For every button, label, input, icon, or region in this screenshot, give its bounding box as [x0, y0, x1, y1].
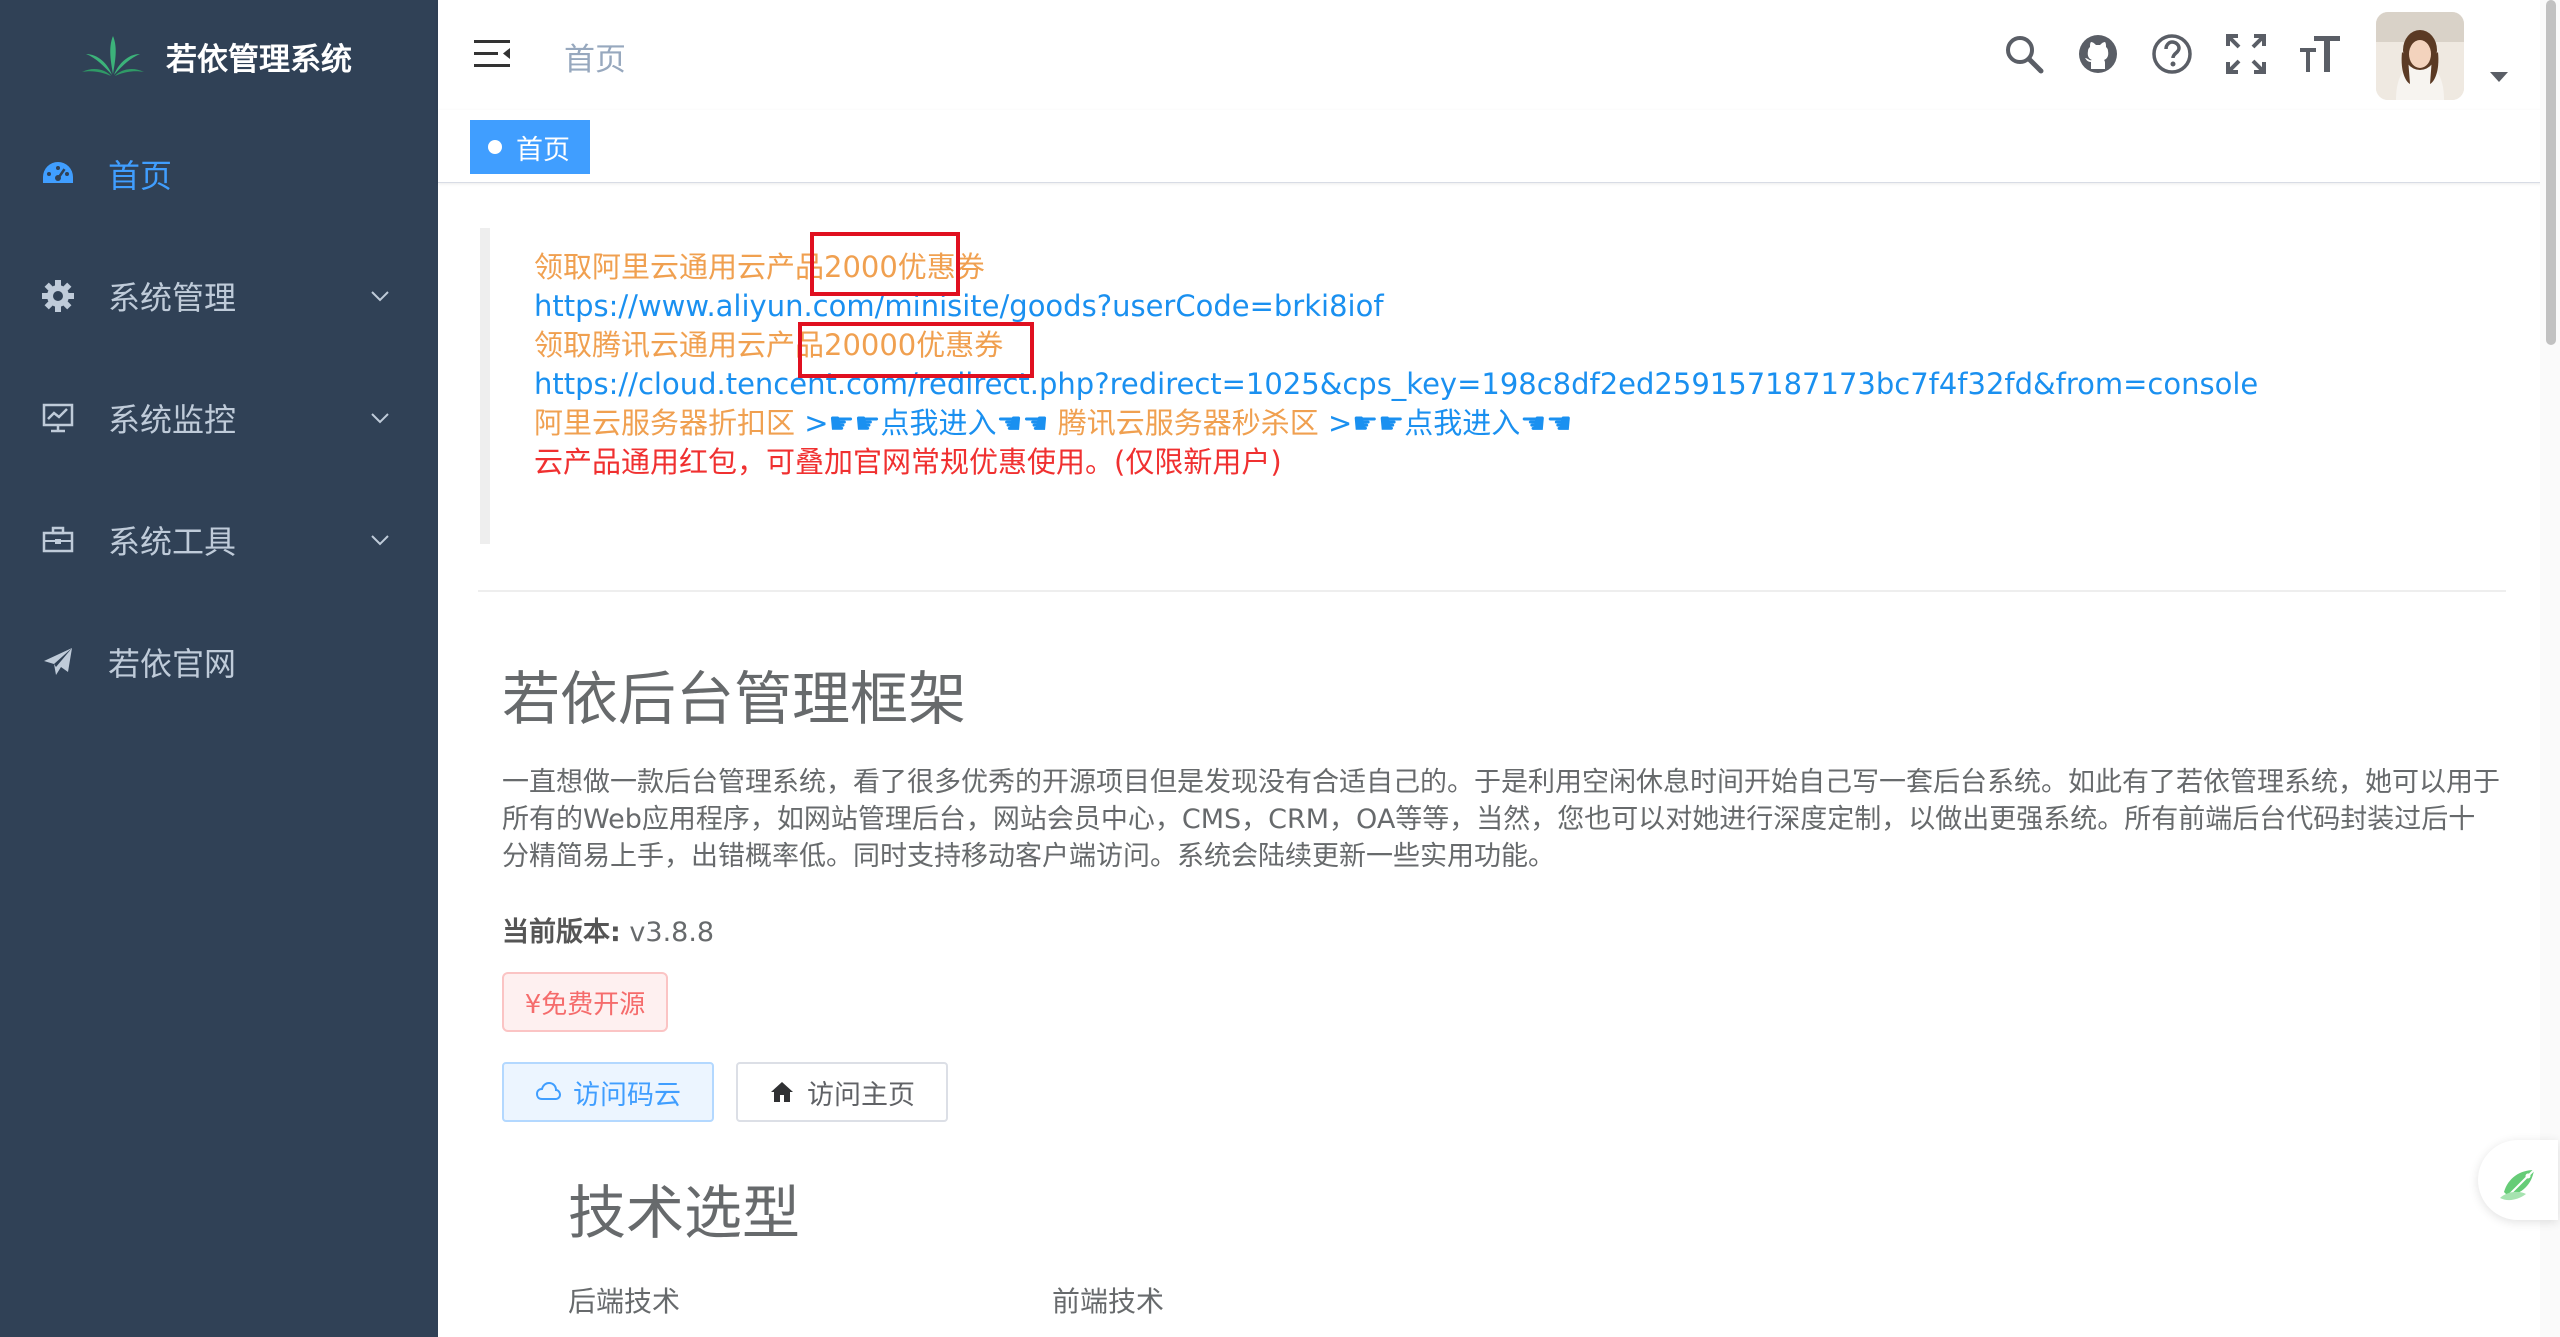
sidebar-item-official-site[interactable]: 若依官网: [0, 622, 438, 702]
sidebar-item-tools[interactable]: 系统工具: [0, 500, 438, 580]
breadcrumb[interactable]: 首页: [564, 34, 626, 79]
divider: [478, 590, 2506, 592]
scrollbar-thumb[interactable]: [2546, 0, 2556, 345]
highlight-box: [798, 322, 1034, 378]
home-icon: [771, 1082, 793, 1102]
fullscreen-icon[interactable]: [2224, 32, 2268, 76]
github-icon[interactable]: [2076, 32, 2120, 76]
app-title: 若依管理系统: [166, 41, 352, 78]
version-value: v3.8.8: [629, 917, 715, 948]
tencent-seckill-link[interactable]: >☛☛点我进入☚☚: [1328, 406, 1572, 440]
sidebar-item-label: 若依官网: [108, 645, 237, 683]
version-info: 当前版本: v3.8.8: [502, 910, 714, 949]
chevron-down-icon: [371, 413, 389, 424]
button-label: 访问主页: [807, 1079, 915, 1111]
visit-home-button[interactable]: 访问主页: [736, 1062, 948, 1122]
gear-icon: [40, 278, 76, 314]
aliyun-discount-label: 阿里云服务器折扣区: [534, 406, 796, 440]
logo[interactable]: 若依管理系统: [82, 28, 352, 84]
help-icon[interactable]: [2150, 32, 2194, 76]
tech-stack-title: 技术选型: [568, 1179, 801, 1247]
search-icon[interactable]: [2002, 32, 2046, 76]
font-size-icon[interactable]: [2298, 32, 2342, 76]
visit-gitee-button[interactable]: 访问码云: [502, 1062, 714, 1122]
intro-paragraph: 一直想做一款后台管理系统，看了很多优秀的开源项目但是发现没有合适自己的。于是利用…: [502, 767, 2500, 872]
promo-notice: 领取阿里云通用云产品2000优惠券 https://www.aliyun.com…: [480, 228, 2500, 544]
sidebar-item-label: 首页: [108, 157, 173, 195]
floating-assistant-button[interactable]: [2478, 1140, 2558, 1220]
monitor-icon: [40, 400, 76, 436]
chevron-down-icon: [371, 291, 389, 302]
sidebar-item-label: 系统管理: [108, 279, 237, 317]
tag-label: 首页: [516, 134, 570, 166]
sidebar-item-monitor[interactable]: 系统监控: [0, 378, 438, 458]
hamburger-icon[interactable]: [472, 36, 512, 72]
chevron-down-icon: [371, 535, 389, 546]
bird-icon: [2500, 1169, 2535, 1201]
paper-plane-icon: [40, 644, 76, 680]
highlight-box: [810, 232, 960, 296]
tag-dot: [488, 140, 502, 154]
backend-tech-label: 后端技术: [568, 1285, 681, 1318]
navbar: 首页: [438, 0, 2560, 111]
frontend-tech-label: 前端技术: [1052, 1285, 1165, 1318]
caret-down-icon[interactable]: [2488, 70, 2510, 84]
tag-home[interactable]: 首页: [470, 120, 590, 174]
aliyun-discount-link[interactable]: >☛☛点我进入☚☚: [804, 406, 1048, 440]
sidebar: 若依管理系统 首页 系统管理 系统监控 系统工具 若依官网: [0, 0, 438, 1337]
tags-view: 首页: [438, 110, 2560, 183]
tencent-seckill-label: 腾讯云服务器秒杀区: [1057, 406, 1319, 440]
sidebar-item-label: 系统工具: [108, 523, 237, 561]
version-label: 当前版本:: [502, 917, 621, 948]
dashboard-icon: [40, 156, 76, 192]
sidebar-item-label: 系统监控: [108, 401, 237, 439]
toolbox-icon: [40, 522, 76, 558]
button-label: 访问码云: [573, 1079, 681, 1111]
free-open-source-tag: ¥免费开源: [502, 972, 668, 1032]
sidebar-item-system[interactable]: 系统管理: [0, 256, 438, 336]
logo-icon: [82, 36, 144, 76]
redpacket-text: 云产品通用红包，可叠加官网常规优惠使用。(仅限新用户): [534, 445, 1282, 479]
sidebar-item-home[interactable]: 首页: [0, 134, 438, 214]
page-title: 若依后台管理框架: [502, 665, 967, 733]
cloud-icon: [535, 1081, 561, 1100]
avatar[interactable]: [2376, 12, 2464, 100]
